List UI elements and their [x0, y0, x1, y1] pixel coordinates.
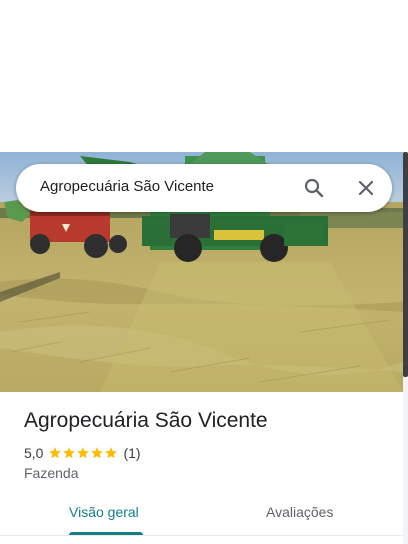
rating-stars — [48, 446, 118, 460]
rating-value: 5,0 — [24, 445, 44, 461]
place-panel: Agropecuária São Vicente Agropecuária Sã… — [0, 0, 408, 544]
scrollbar-thumb[interactable] — [403, 152, 408, 377]
star-icon — [91, 447, 104, 459]
place-title: Agropecuária São Vicente — [24, 409, 268, 432]
tab-reviews[interactable]: Avaliações — [266, 504, 333, 520]
rating-row[interactable]: 5,0 (1) — [24, 444, 141, 462]
search-icon[interactable] — [302, 176, 326, 200]
star-icon — [49, 447, 62, 459]
star-icon — [105, 447, 118, 459]
star-icon — [63, 447, 76, 459]
place-tabs: Visão geral Avaliações — [0, 496, 403, 544]
map-area-blank — [0, 0, 408, 152]
close-icon[interactable] — [354, 176, 378, 200]
search-input[interactable]: Agropecuária São Vicente — [40, 178, 214, 195]
review-count[interactable]: (1) — [123, 445, 140, 461]
search-box[interactable]: Agropecuária São Vicente — [16, 164, 392, 212]
place-category[interactable]: Fazenda — [24, 465, 78, 481]
tabs-divider — [0, 535, 403, 536]
tab-overview[interactable]: Visão geral — [69, 504, 139, 520]
star-icon — [77, 447, 90, 459]
